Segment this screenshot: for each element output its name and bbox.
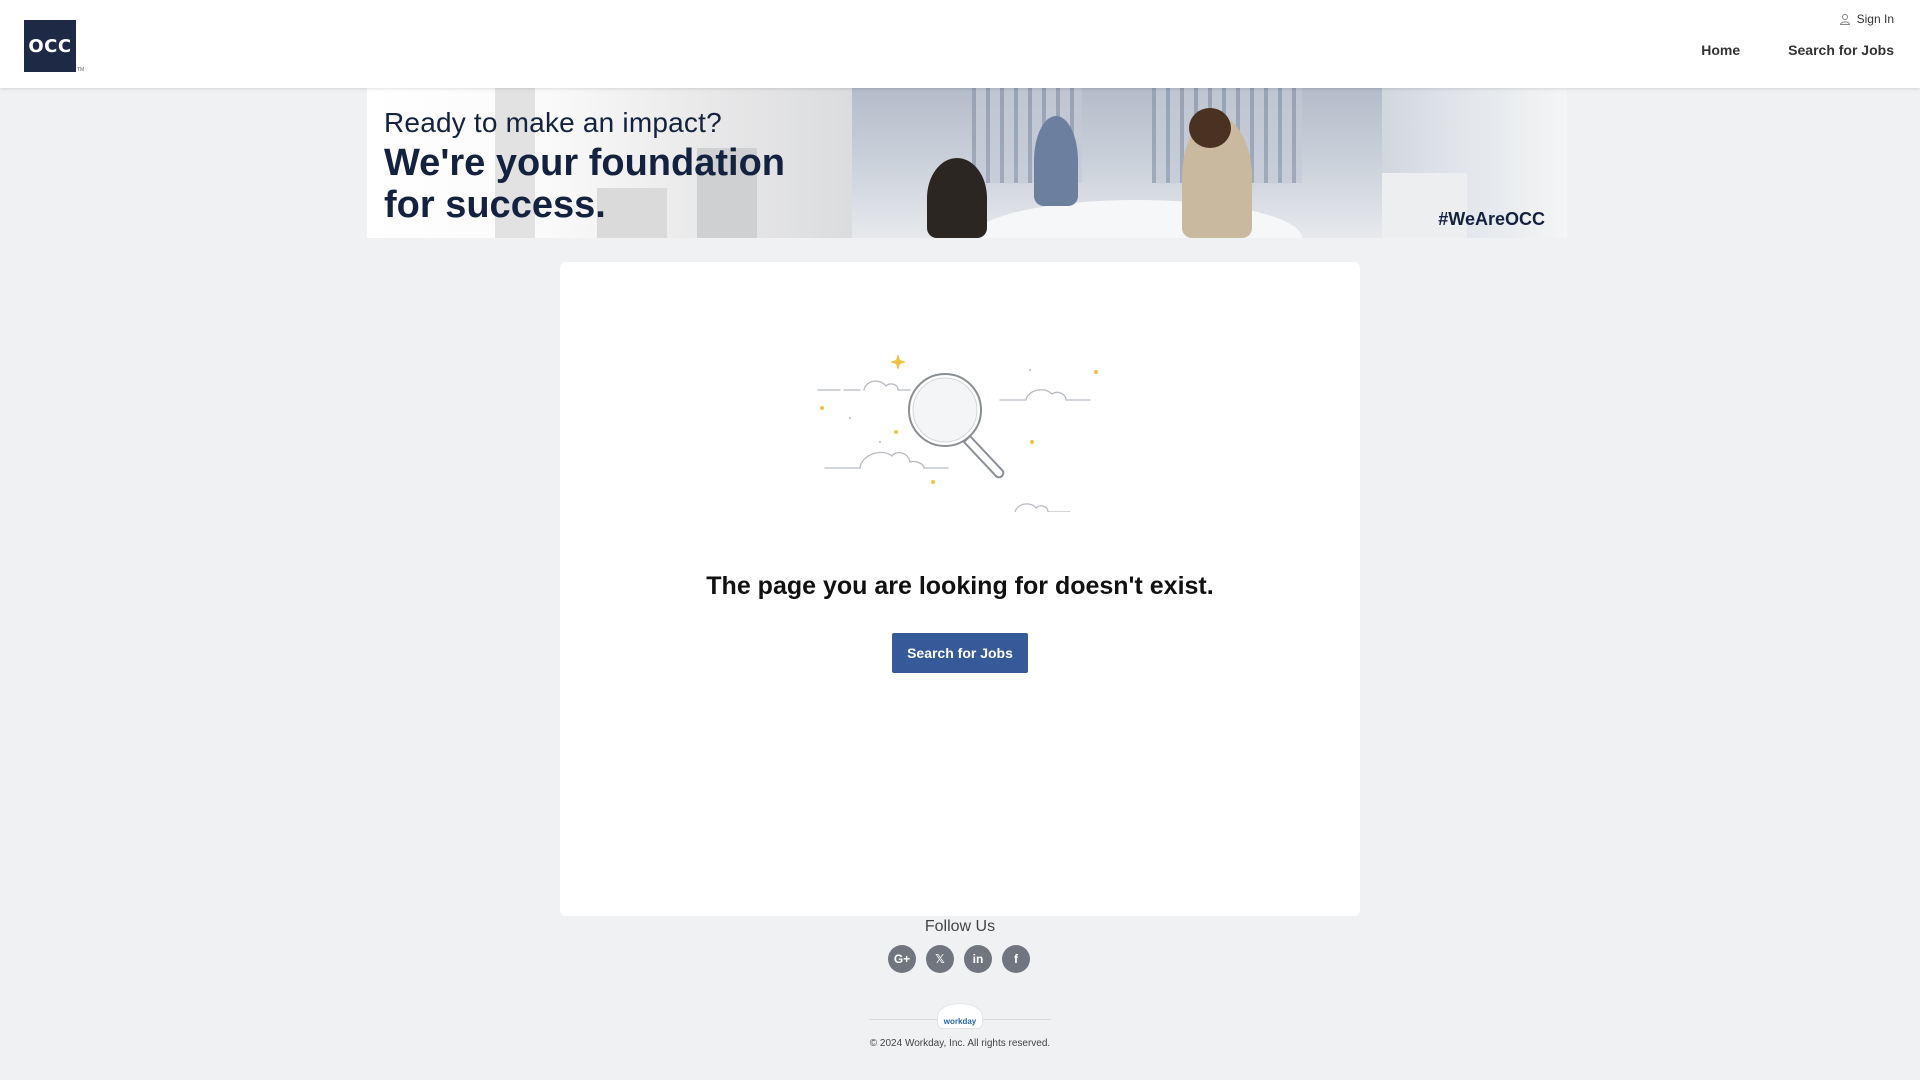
linkedin-icon[interactable]: in [964,945,992,973]
banner-headline-1: We're your foundation [384,142,786,184]
x-twitter-icon[interactable]: 𝕏 [926,945,954,973]
person-head [1189,108,1231,148]
site-header: OCC TM Sign In Home Search for Jobs [0,0,1920,88]
banner-photo [852,88,1382,238]
user-icon [1839,14,1850,25]
main-nav: Home Search for Jobs [1701,42,1894,58]
footer-divider [869,1019,937,1020]
not-found-illustration [817,354,1098,512]
banner-headline-2: for success. [384,184,606,226]
copyright-text: © 2024 Workday, Inc. All rights reserved… [869,1038,1051,1049]
hero-banner: Ready to make an impact? We're your foun… [367,88,1567,238]
person [1034,116,1078,206]
workday-brand: workday [943,1017,977,1026]
follow-us-label: Follow Us [924,918,996,935]
error-card: The page you are looking for doesn't exi… [560,262,1360,916]
banner-tagline: Ready to make an impact? [384,107,722,138]
nav-home[interactable]: Home [1701,42,1740,58]
error-message: The page you are looking for doesn't exi… [706,572,1214,600]
workday-logo[interactable]: workday [937,1003,983,1029]
footer-divider [983,1019,1051,1020]
banner-hashtag: #WeAreOCC [1438,209,1545,229]
google-plus-icon[interactable]: G+ [888,945,916,973]
social-links: G+ 𝕏 in f [888,945,1030,973]
banner-text: Ready to make an impact? We're your foun… [384,106,785,226]
logo-trademark: TM [77,67,85,73]
facebook-icon[interactable]: f [1002,945,1030,973]
nav-search-for-jobs[interactable]: Search for Jobs [1788,42,1894,58]
meeting-table [972,200,1302,238]
sign-in-label: Sign In [1856,12,1894,26]
sign-in-link[interactable]: Sign In [1839,12,1894,26]
logo-text: OCC [28,35,72,57]
search-for-jobs-button[interactable]: Search for Jobs [892,633,1028,673]
person [927,158,987,238]
occ-logo[interactable]: OCC [24,20,76,72]
